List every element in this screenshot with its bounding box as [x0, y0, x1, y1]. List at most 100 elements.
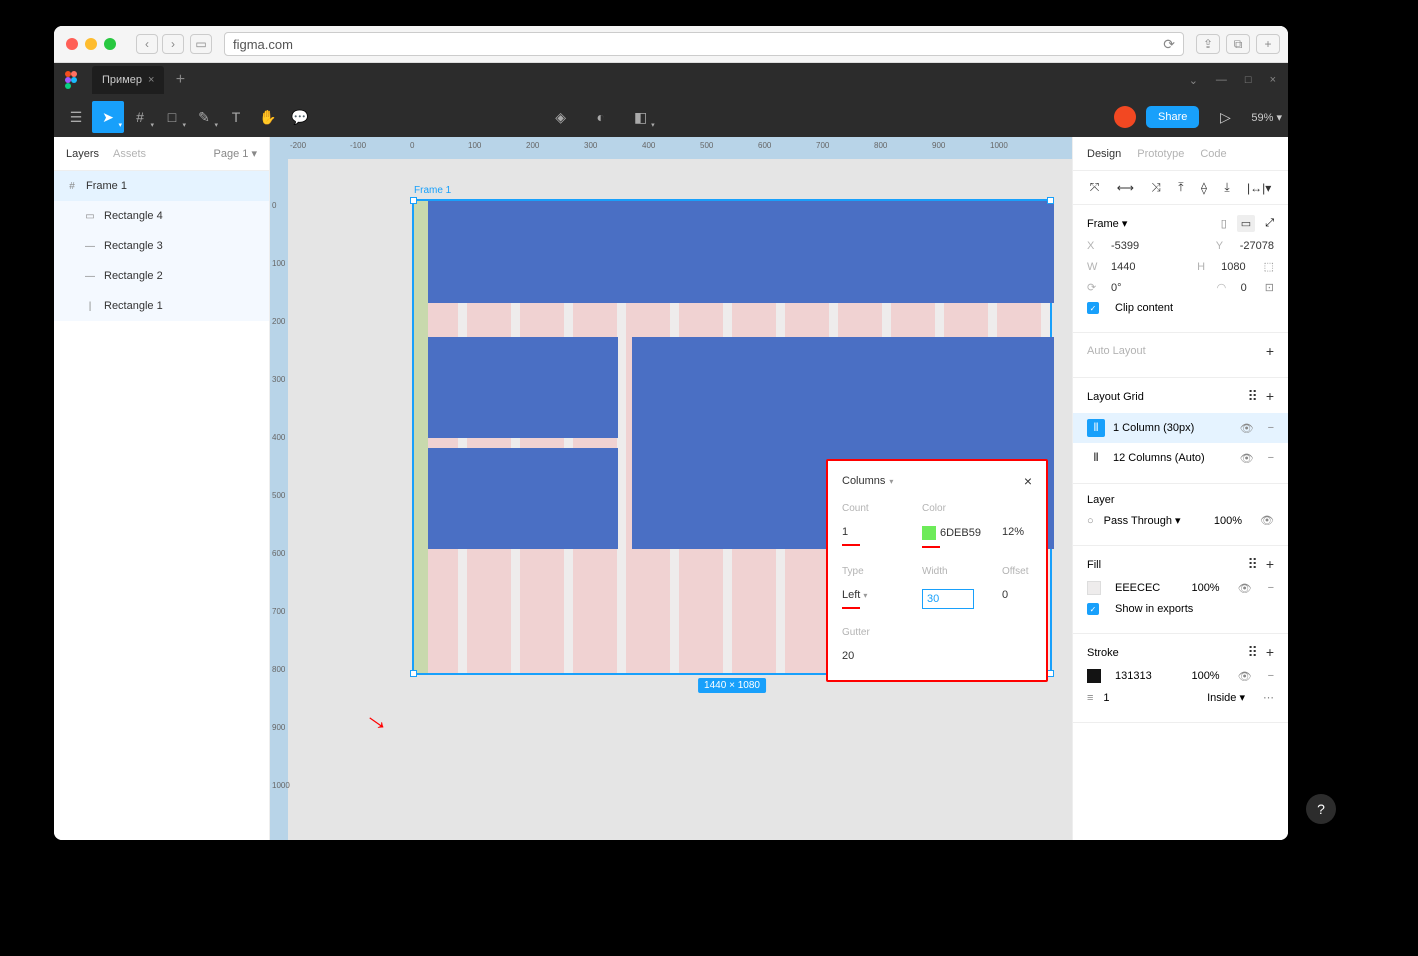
layer-item[interactable]: —Rectangle 3	[54, 231, 269, 261]
share-icon[interactable]: ⇪	[1196, 34, 1220, 54]
stroke-opacity[interactable]: 100%	[1191, 670, 1219, 682]
fill-hex[interactable]: EEECEC	[1115, 582, 1160, 594]
count-input[interactable]: 1	[842, 526, 848, 538]
resize-fit-icon[interactable]: ⤢	[1265, 217, 1274, 230]
tab-code[interactable]: Code	[1200, 148, 1226, 160]
stroke-swatch[interactable]	[1087, 669, 1101, 683]
maximize-window-icon[interactable]	[104, 38, 116, 50]
show-exports-checkbox[interactable]: ✓	[1087, 603, 1099, 615]
color-hex[interactable]: 6DEB59	[940, 527, 981, 539]
stroke-hex[interactable]: 131313	[1115, 670, 1152, 682]
orientation-portrait-icon[interactable]: ▯	[1221, 217, 1227, 230]
offset-input[interactable]: 0	[1002, 589, 1008, 601]
h-input[interactable]: 1080	[1221, 261, 1245, 273]
close-tab-icon[interactable]: ×	[148, 74, 154, 86]
radius-input[interactable]: 0	[1241, 282, 1247, 294]
type-dropdown[interactable]: Left ▾	[842, 589, 867, 601]
resize-handle[interactable]	[1047, 670, 1054, 677]
frame-type[interactable]: Frame ▾	[1087, 217, 1127, 230]
grid-style-icon[interactable]: ⠿	[1248, 388, 1258, 405]
orientation-landscape-icon[interactable]: ▭	[1237, 215, 1255, 232]
page-dropdown[interactable]: Page 1 ▾	[214, 147, 257, 160]
share-button[interactable]: Share	[1146, 106, 1199, 128]
boolean-icon[interactable]: ◧▾	[625, 101, 657, 133]
resize-handle[interactable]	[410, 197, 417, 204]
zoom-dropdown[interactable]: 59% ▾	[1251, 111, 1282, 124]
align-right-icon[interactable]: ⤨	[1151, 180, 1161, 195]
gutter-input[interactable]: 20	[842, 650, 854, 662]
canvas[interactable]: -200 -100 0 100 200 300 400 500 600 700 …	[270, 137, 1072, 840]
radius-detail-icon[interactable]: ⊡	[1265, 281, 1274, 294]
add-autolayout-icon[interactable]: +	[1266, 343, 1274, 359]
remove-icon[interactable]: −	[1268, 582, 1274, 594]
remove-icon[interactable]: −	[1268, 452, 1274, 464]
url-bar[interactable]: figma.com ⟳	[224, 32, 1184, 56]
eye-icon[interactable]: 👁	[1240, 452, 1254, 465]
minimize-window-icon[interactable]	[85, 38, 97, 50]
close-icon[interactable]: ×	[1270, 74, 1276, 87]
layer-frame[interactable]: # Frame 1	[54, 171, 269, 201]
add-tab-button[interactable]: +	[168, 68, 192, 92]
width-input[interactable]	[922, 589, 974, 609]
chevron-down-icon[interactable]: ▾	[889, 477, 893, 486]
forward-button[interactable]: ›	[162, 34, 184, 54]
layer-item[interactable]: |Rectangle 1	[54, 291, 269, 321]
help-button[interactable]: ?	[1306, 794, 1336, 824]
tabs-icon[interactable]: ⧉	[1226, 34, 1250, 54]
add-fill-icon[interactable]: +	[1266, 556, 1274, 573]
frame-tool[interactable]: #▾	[124, 101, 156, 133]
stroke-style-icon[interactable]: ⠿	[1248, 644, 1258, 661]
layer-item[interactable]: —Rectangle 2	[54, 261, 269, 291]
align-left-icon[interactable]: ⤧	[1090, 180, 1100, 195]
rectangle[interactable]	[428, 201, 1054, 303]
rectangle[interactable]	[428, 448, 618, 549]
eye-icon[interactable]: 👁	[1238, 670, 1252, 683]
rectangle[interactable]	[428, 337, 618, 438]
link-wh-icon[interactable]: ⬚	[1264, 260, 1274, 273]
mask-icon[interactable]: ◐	[585, 101, 617, 133]
align-bottom-icon[interactable]: ⤓	[1224, 180, 1229, 195]
minimize-icon[interactable]: —	[1216, 74, 1227, 87]
tab-layers[interactable]: Layers	[66, 148, 99, 160]
distribute-icon[interactable]: |↔|▾	[1247, 181, 1271, 195]
blend-mode[interactable]: Pass Through ▾	[1104, 514, 1181, 527]
grid-item[interactable]: ⦀ 1 Column (30px) 👁 −	[1073, 413, 1288, 443]
color-swatch[interactable]	[922, 526, 936, 540]
clip-checkbox[interactable]: ✓	[1087, 302, 1099, 314]
stroke-settings-icon[interactable]: ⋯	[1263, 691, 1274, 704]
maximize-icon[interactable]: □	[1245, 74, 1252, 87]
rotation-input[interactable]: 0°	[1111, 282, 1122, 294]
tab-design[interactable]: Design	[1087, 148, 1121, 160]
layer-opacity[interactable]: 100%	[1214, 515, 1242, 527]
remove-icon[interactable]: −	[1268, 422, 1274, 434]
stroke-weight[interactable]: 1	[1103, 692, 1109, 704]
y-input[interactable]: -27078	[1240, 240, 1274, 252]
close-window-icon[interactable]	[66, 38, 78, 50]
move-tool[interactable]: ➤▾	[92, 101, 124, 133]
add-grid-icon[interactable]: +	[1266, 388, 1274, 405]
layer-item[interactable]: ▭Rectangle 4	[54, 201, 269, 231]
align-center-h-icon[interactable]: ⟷	[1117, 181, 1134, 195]
align-top-icon[interactable]: ⤒	[1178, 180, 1183, 195]
resize-handle[interactable]	[1047, 197, 1054, 204]
fill-opacity[interactable]: 100%	[1191, 582, 1219, 594]
pen-tool[interactable]: ✎▾	[188, 101, 220, 133]
w-input[interactable]: 1440	[1111, 261, 1135, 273]
add-stroke-icon[interactable]: +	[1266, 644, 1274, 661]
avatar[interactable]	[1114, 106, 1136, 128]
hand-tool[interactable]: ✋	[252, 101, 284, 133]
sidebar-toggle-icon[interactable]: ▭	[190, 34, 212, 54]
close-popup-icon[interactable]: ×	[1024, 473, 1032, 489]
rectangle-tool[interactable]: □▾	[156, 101, 188, 133]
align-center-v-icon[interactable]: ⟠	[1201, 181, 1207, 195]
newtab-icon[interactable]: +	[1256, 34, 1280, 54]
tab-assets[interactable]: Assets	[113, 148, 146, 160]
grid-item[interactable]: ⦀ 12 Columns (Auto) 👁 −	[1087, 443, 1274, 473]
eye-icon[interactable]: 👁	[1240, 422, 1254, 435]
x-input[interactable]: -5399	[1111, 240, 1139, 252]
eye-icon[interactable]: 👁	[1260, 514, 1274, 527]
stroke-position[interactable]: Inside ▾	[1207, 691, 1245, 704]
fill-style-icon[interactable]: ⠿	[1248, 556, 1258, 573]
resize-handle[interactable]	[410, 670, 417, 677]
tab-prototype[interactable]: Prototype	[1137, 148, 1184, 160]
